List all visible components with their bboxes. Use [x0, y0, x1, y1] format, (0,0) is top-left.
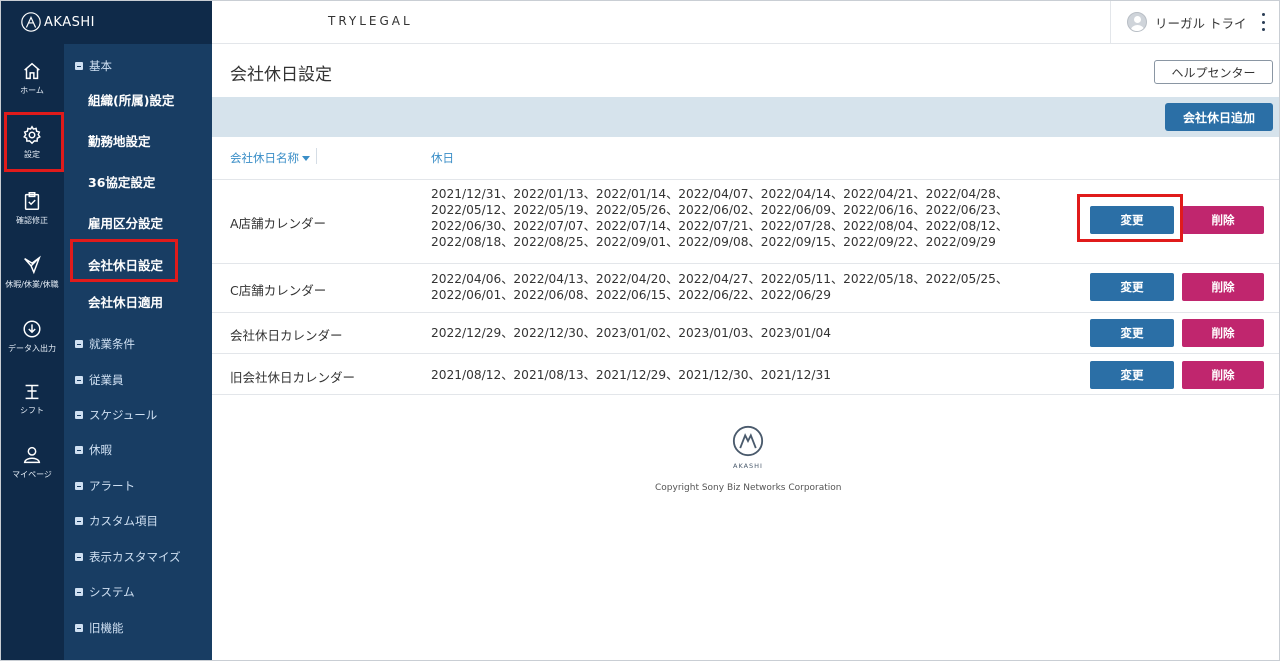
sidebar-item-organization[interactable]: 組織(所属)設定	[88, 90, 174, 109]
akashi-logo-icon	[732, 425, 764, 457]
expand-icon	[75, 446, 83, 454]
footer-logo-text: AKASHI	[733, 462, 763, 470]
more-menu-icon[interactable]	[1262, 13, 1266, 31]
rail-label: 確認修正	[16, 216, 48, 225]
rail-label: ホーム	[20, 86, 44, 95]
column-divider	[316, 148, 317, 164]
delete-button[interactable]: 削除	[1182, 319, 1264, 347]
rail-item-home[interactable]: ホーム	[0, 50, 64, 106]
column-header-name[interactable]: 会社休日名称	[230, 150, 310, 166]
rail-item-shift[interactable]: シフト	[0, 370, 64, 426]
row-name: 旧会社休日カレンダー	[230, 370, 356, 385]
highlight-edit-button	[1077, 194, 1183, 242]
sidebar-section-basic[interactable]: 基本	[75, 58, 112, 74]
sidebar-section-work-conditions[interactable]: 就業条件	[75, 336, 135, 352]
row-holidays: 2021/12/31、2022/01/13、2022/01/14、2022/04…	[431, 187, 1009, 249]
rail-item-mypage[interactable]: マイページ	[0, 434, 64, 490]
sidebar-item-employment-type[interactable]: 雇用区分設定	[88, 213, 163, 232]
leave-icon	[24, 255, 41, 275]
rail-item-review[interactable]: 確認修正	[0, 180, 64, 236]
sidebar-section-display[interactable]: 表示カスタマイズ	[75, 549, 181, 565]
rail-label: データ入出力	[8, 344, 56, 353]
delete-button[interactable]: 削除	[1182, 206, 1264, 234]
highlight-company-holiday	[70, 239, 178, 282]
collapse-icon	[75, 62, 83, 70]
edit-button[interactable]: 変更	[1090, 273, 1174, 301]
sidebar-section-system[interactable]: システム	[75, 584, 135, 600]
home-icon	[24, 62, 40, 80]
user-name: リーガル トライ	[1155, 15, 1247, 31]
highlight-settings	[4, 112, 64, 172]
expand-icon	[75, 624, 83, 632]
sidebar-section-custom-fields[interactable]: カスタム項目	[75, 513, 158, 529]
rail-item-leave[interactable]: 休暇/休業/休職	[0, 244, 64, 300]
column-header-holidays: 休日	[431, 151, 454, 165]
sidebar-item-work-location[interactable]: 勤務地設定	[88, 131, 151, 150]
expand-icon	[75, 376, 83, 384]
app-logo[interactable]: AKASHI	[0, 0, 212, 44]
row-holidays: 2022/12/29、2022/12/30、2023/01/02、2023/01…	[431, 326, 831, 340]
top-bar: TRYLEGAL リーガル トライ	[212, 0, 1280, 44]
table-row: 旧会社休日カレンダー 2021/08/12、2021/08/13、2021/12…	[212, 353, 1280, 395]
delete-button[interactable]: 削除	[1182, 273, 1264, 301]
table-row: 会社休日カレンダー 2022/12/29、2022/12/30、2023/01/…	[212, 312, 1280, 353]
table-row: C店舗カレンダー 2022/04/06、2022/04/13、2022/04/2…	[212, 263, 1280, 312]
row-name: 会社休日カレンダー	[230, 328, 343, 343]
row-name: A店舗カレンダー	[230, 216, 327, 231]
avatar	[1127, 12, 1147, 32]
rail-label: 休暇/休業/休職	[5, 280, 59, 289]
footer-logo: AKASHI	[726, 424, 770, 470]
clipboard-icon	[24, 192, 40, 210]
edit-button[interactable]: 変更	[1090, 319, 1174, 347]
sidebar-section-schedule[interactable]: スケジュール	[75, 407, 157, 423]
delete-button[interactable]: 削除	[1182, 361, 1264, 389]
expand-icon	[75, 411, 83, 419]
rail-label: シフト	[20, 406, 44, 415]
add-holiday-button[interactable]: 会社休日追加	[1165, 103, 1273, 131]
akashi-logo-icon	[21, 12, 41, 32]
expand-icon	[75, 588, 83, 596]
shift-icon	[25, 384, 39, 400]
download-icon	[23, 320, 41, 338]
toolbar	[212, 97, 1280, 137]
sidebar-section-vacation[interactable]: 休暇	[75, 442, 112, 458]
page-title: 会社休日設定	[230, 65, 332, 85]
rail-item-data-io[interactable]: データ入出力	[0, 308, 64, 364]
sort-desc-icon	[302, 156, 310, 161]
expand-icon	[75, 517, 83, 525]
sidebar-item-holiday-apply[interactable]: 会社休日適用	[88, 292, 163, 311]
rail-label: マイページ	[12, 470, 52, 479]
person-icon	[23, 446, 41, 464]
copyright-text: Copyright Sony Biz Networks Corporation	[655, 483, 842, 493]
row-holidays: 2022/04/06、2022/04/13、2022/04/20、2022/04…	[431, 272, 1009, 302]
row-holidays: 2021/08/12、2021/08/13、2021/12/29、2021/12…	[431, 368, 831, 382]
edit-button[interactable]: 変更	[1090, 361, 1174, 389]
sidebar-item-36-agreement[interactable]: 36協定設定	[88, 172, 155, 191]
left-rail: ホーム 設定 確認修正 休暇/休業/休職 データ入出力 シフト マイページ	[0, 0, 64, 661]
sidebar-section-employees[interactable]: 従業員	[75, 372, 124, 388]
help-center-button[interactable]: ヘルプセンター	[1154, 60, 1273, 84]
logo-text: AKASHI	[44, 14, 95, 30]
expand-icon	[75, 340, 83, 348]
expand-icon	[75, 553, 83, 561]
user-menu[interactable]: リーガル トライ	[1110, 0, 1280, 44]
sidebar-section-legacy[interactable]: 旧機能	[75, 620, 124, 636]
row-name: C店舗カレンダー	[230, 283, 327, 298]
sidebar-section-alert[interactable]: アラート	[75, 478, 135, 494]
company-brand: TRYLEGAL	[328, 14, 413, 28]
expand-icon	[75, 482, 83, 490]
